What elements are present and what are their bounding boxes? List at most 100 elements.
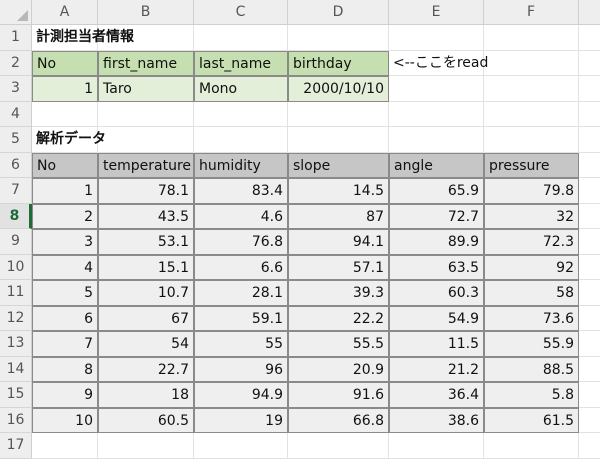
cell-d2[interactable]: birthday: [288, 50, 389, 76]
cell-c3[interactable]: Mono: [194, 76, 288, 102]
cell-d6[interactable]: slope: [288, 152, 389, 178]
cell-c12[interactable]: 59.1: [194, 305, 288, 331]
row-header-17[interactable]: 17: [0, 433, 32, 459]
cell-b3[interactable]: Taro: [98, 76, 194, 102]
row-header-1[interactable]: 1: [0, 25, 32, 51]
cell-e6[interactable]: angle: [389, 152, 484, 178]
cell-e17[interactable]: [389, 433, 484, 459]
cell-overflow-8[interactable]: [579, 204, 600, 229]
cell-c4[interactable]: [194, 101, 288, 127]
cell-c8[interactable]: 4.6: [194, 203, 288, 229]
row-header-8[interactable]: 8: [0, 203, 32, 229]
cell-c7[interactable]: 83.4: [194, 178, 288, 204]
cell-e2[interactable]: <--ここをread: [389, 50, 488, 76]
cell-e15[interactable]: 36.4: [389, 382, 484, 408]
cell-b14[interactable]: 22.7: [98, 356, 194, 382]
cell-c17[interactable]: [194, 433, 288, 459]
cell-e3[interactable]: [389, 76, 484, 102]
row-header-3[interactable]: 3: [0, 76, 32, 102]
cell-overflow-10[interactable]: [579, 255, 600, 280]
cell-overflow-11[interactable]: [579, 280, 600, 306]
cell-a10[interactable]: 4: [32, 254, 98, 280]
cell-e9[interactable]: 89.9: [389, 229, 484, 255]
cell-c2[interactable]: last_name: [194, 50, 288, 76]
cell-a15[interactable]: 9: [32, 382, 98, 408]
cell-d8[interactable]: 87: [288, 203, 389, 229]
row-header-12[interactable]: 12: [0, 305, 32, 331]
cell-c6[interactable]: humidity: [194, 152, 288, 178]
cell-overflow-5[interactable]: [579, 127, 600, 153]
column-header-a[interactable]: A: [32, 0, 98, 25]
cell-f4[interactable]: [484, 101, 579, 127]
cell-b11[interactable]: 10.7: [98, 280, 194, 306]
cell-b6[interactable]: temperature: [98, 152, 194, 178]
cell-c5[interactable]: [194, 127, 288, 153]
cell-d16[interactable]: 66.8: [288, 407, 389, 433]
cell-f13[interactable]: 55.9: [484, 331, 579, 357]
cell-d7[interactable]: 14.5: [288, 178, 389, 204]
column-header-b[interactable]: B: [98, 0, 194, 25]
cell-f11[interactable]: 58: [484, 280, 579, 306]
cell-a11[interactable]: 5: [32, 280, 98, 306]
cell-e11[interactable]: 60.3: [389, 280, 484, 306]
cell-b15[interactable]: 18: [98, 382, 194, 408]
cell-overflow-9[interactable]: [579, 229, 600, 255]
cell-overflow-12[interactable]: [579, 306, 600, 331]
cell-f12[interactable]: 73.6: [484, 305, 579, 331]
row-header-11[interactable]: 11: [0, 280, 32, 306]
cell-a16[interactable]: 10: [32, 407, 98, 433]
cell-a3[interactable]: 1: [32, 76, 98, 102]
cell-b5[interactable]: [98, 127, 194, 153]
row-header-4[interactable]: 4: [0, 101, 32, 127]
cell-b2[interactable]: first_name: [98, 50, 194, 76]
cell-f14[interactable]: 88.5: [484, 356, 579, 382]
cell-e7[interactable]: 65.9: [389, 178, 484, 204]
cell-b4[interactable]: [98, 101, 194, 127]
cell-a6[interactable]: No: [32, 152, 98, 178]
cell-d14[interactable]: 20.9: [288, 356, 389, 382]
row-header-15[interactable]: 15: [0, 382, 32, 408]
cell-a17[interactable]: [32, 433, 98, 459]
cell-c1[interactable]: [194, 25, 288, 51]
cell-overflow-2[interactable]: [579, 51, 600, 76]
cell-d17[interactable]: [288, 433, 389, 459]
row-header-6[interactable]: 6: [0, 152, 32, 178]
cell-e12[interactable]: 54.9: [389, 305, 484, 331]
row-header-9[interactable]: 9: [0, 229, 32, 255]
cell-b1[interactable]: [98, 25, 194, 51]
cell-e14[interactable]: 21.2: [389, 356, 484, 382]
column-header-d[interactable]: D: [288, 0, 389, 25]
cell-c10[interactable]: 6.6: [194, 254, 288, 280]
cell-a5[interactable]: 解析データ: [32, 127, 106, 153]
cell-overflow-4[interactable]: [579, 102, 600, 127]
cell-overflow-1[interactable]: [579, 25, 600, 51]
cell-a7[interactable]: 1: [32, 178, 98, 204]
row-header-13[interactable]: 13: [0, 331, 32, 357]
cell-d1[interactable]: [288, 25, 389, 51]
cell-f9[interactable]: 72.3: [484, 229, 579, 255]
cell-f7[interactable]: 79.8: [484, 178, 579, 204]
cell-b16[interactable]: 60.5: [98, 407, 194, 433]
row-header-2[interactable]: 2: [0, 50, 32, 76]
cell-overflow-6[interactable]: [579, 153, 600, 178]
cell-b7[interactable]: 78.1: [98, 178, 194, 204]
cell-c11[interactable]: 28.1: [194, 280, 288, 306]
cell-f10[interactable]: 92: [484, 254, 579, 280]
cell-overflow-14[interactable]: [579, 357, 600, 382]
cell-d10[interactable]: 57.1: [288, 254, 389, 280]
column-header-e[interactable]: E: [389, 0, 484, 25]
column-header-f[interactable]: F: [484, 0, 579, 25]
cell-e1[interactable]: [389, 25, 484, 51]
select-all-corner[interactable]: [0, 0, 32, 25]
cell-e4[interactable]: [389, 101, 484, 127]
cell-f8[interactable]: 32: [484, 203, 579, 229]
cell-overflow-17[interactable]: [579, 433, 600, 459]
spreadsheet-grid[interactable]: A B C D E F 1 2 3 4 5 6 7 8 9 10 11 12 13 14 15 16 17 計測担…: [0, 0, 600, 459]
cell-d11[interactable]: 39.3: [288, 280, 389, 306]
cell-f2[interactable]: [484, 50, 579, 76]
cell-d12[interactable]: 22.2: [288, 305, 389, 331]
cell-e16[interactable]: 38.6: [389, 407, 484, 433]
row-header-5[interactable]: 5: [0, 127, 32, 153]
cell-overflow-13[interactable]: [579, 331, 600, 357]
cell-b10[interactable]: 15.1: [98, 254, 194, 280]
